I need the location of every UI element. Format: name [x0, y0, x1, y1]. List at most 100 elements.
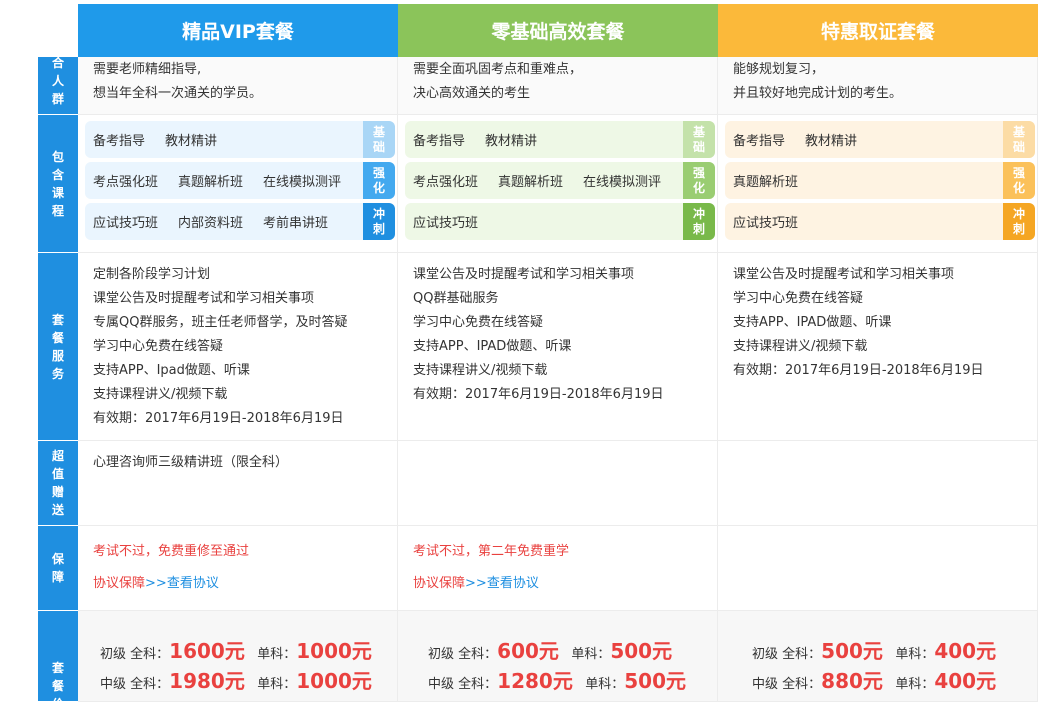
- tag-basic: 基础: [363, 121, 395, 158]
- row-label-audience: 合人群: [38, 57, 78, 115]
- guarantee-cell-vip: 考试不过，免费重修至通过 协议保障>>查看协议: [78, 526, 398, 611]
- service-line: 专属QQ群服务，班主任老师督学，及时答疑: [93, 315, 348, 330]
- row-label-services-text: 套餐服务: [51, 312, 64, 381]
- service-line: QQ群基础服务: [413, 291, 499, 306]
- price-line: 初级 全科： 500元 单科： 400元: [752, 635, 1037, 665]
- row-label-courses: 包含课程: [38, 115, 78, 253]
- course-item: 备考指导: [733, 134, 786, 149]
- row-label-guarantee-text: 保障: [51, 552, 64, 584]
- service-line: 支持课程讲义/视频下载: [733, 339, 868, 354]
- service-line: 支持APP、IPAD做题、听课: [413, 339, 572, 354]
- price-single: 500元: [610, 639, 673, 663]
- guarantee-cell-zero-basis: 考试不过，第二年免费重学 协议保障>>查看协议: [398, 526, 718, 611]
- view-agreement-link[interactable]: 查看协议: [167, 576, 219, 591]
- tag-sprint: 冲刺: [1003, 203, 1035, 240]
- header-vip: 精品VIP套餐: [78, 4, 398, 57]
- service-line: 支持课程讲义/视频下载: [413, 363, 548, 378]
- audience-line: 决心高效通关的考生: [413, 86, 531, 101]
- course-row-basic: 备考指导 教材精讲 基础: [405, 121, 715, 158]
- price-all: 1600元: [169, 639, 245, 663]
- row-label-audience-text: 合人群: [51, 57, 64, 106]
- course-row-basic: 备考指导 教材精讲 基础: [725, 121, 1035, 158]
- audience-cell-discount: 能够规划复习， 并且较好地完成计划的考生。: [718, 57, 1038, 115]
- service-line: 课堂公告及时提醒考试和学习相关事项: [413, 267, 635, 282]
- price-all: 500元: [821, 639, 883, 663]
- price-all: 1280元: [497, 669, 573, 693]
- course-row-basic: 备考指导 教材精讲 基础: [85, 121, 395, 158]
- course-item: 应试技巧班: [733, 216, 799, 231]
- course-item: 在线模拟测评: [583, 175, 662, 190]
- row-label-gifts: 超值赠送: [38, 441, 78, 526]
- price-single: 500元: [624, 669, 687, 693]
- course-item: 教材精讲: [485, 134, 538, 149]
- price-line: 初级 全科： 1600元 单科： 1000元: [100, 635, 397, 665]
- course-item: 教材精讲: [165, 134, 218, 149]
- service-line: 课堂公告及时提醒考试和学习相关事项: [733, 267, 955, 282]
- row-label-price-text: 套餐价: [51, 661, 64, 701]
- audience-line: 需要全面巩固考点和重难点，: [413, 62, 583, 77]
- gifts-cell-vip: 心理咨询师三级精讲班（限全科）: [78, 441, 398, 526]
- price-line: 中级 全科： 880元 单科： 400元: [752, 665, 1037, 695]
- guarantee-arrows: >>: [145, 576, 167, 591]
- course-row-strengthen: 考点强化班 真题解析班 在线模拟测评 强化: [405, 162, 715, 199]
- header-zero-basis: 零基础高效套餐: [398, 4, 718, 57]
- course-item: 备考指导: [413, 134, 466, 149]
- service-line: 学习中心免费在线答疑: [93, 339, 224, 354]
- header-discount: 特惠取证套餐: [718, 4, 1038, 57]
- tag-sprint: 冲刺: [683, 203, 715, 240]
- guarantee-arrows: >>: [465, 576, 487, 591]
- row-label-price: 套餐价: [38, 611, 78, 702]
- view-agreement-link[interactable]: 查看协议: [487, 576, 539, 591]
- price-cell-zero-basis: 初级 全科： 600元 单科： 500元 中级 全科： 1280元 单科： 500元: [398, 611, 718, 702]
- service-line: 定制各阶段学习计划: [93, 267, 211, 282]
- courses-cell-zero-basis: 备考指导 教材精讲 基础 考点强化班 真题解析班 在线模拟测评 强化 应试技巧班 冲刺: [398, 115, 718, 253]
- course-row-sprint: 应试技巧班 冲刺: [725, 203, 1035, 240]
- header-corner: [0, 4, 78, 57]
- course-item: 考点强化班: [93, 175, 159, 190]
- course-item: 内部资料班: [178, 216, 244, 231]
- price-cell-vip: 初级 全科： 1600元 单科： 1000元 中级 全科： 1980元 单科： 1000…: [78, 611, 398, 702]
- price-all: 880元: [821, 669, 883, 693]
- row-label-guarantee: 保障: [38, 526, 78, 611]
- header-zero-basis-title: 零基础高效套餐: [491, 21, 625, 43]
- row-label-gifts-text: 超值赠送: [51, 449, 64, 517]
- tag-strengthen: 强化: [683, 162, 715, 199]
- guarantee-link-row: 协议保障>>查看协议: [93, 568, 397, 600]
- course-item: 真题解析班: [498, 175, 564, 190]
- gifts-cell-discount: [718, 441, 1038, 526]
- course-row-sprint: 应试技巧班 冲刺: [405, 203, 715, 240]
- course-item: 考点强化班: [413, 175, 479, 190]
- price-line: 中级 全科： 1980元 单科： 1000元: [100, 665, 397, 695]
- audience-cell-vip: 需要老师精细指导, 想当年全科一次通关的学员。: [78, 57, 398, 115]
- service-line: 有效期：2017年6月19日-2018年6月19日: [413, 387, 664, 402]
- price-single: 1000元: [296, 669, 372, 693]
- service-line: 支持课程讲义/视频下载: [93, 387, 228, 402]
- service-line: 学习中心免费在线答疑: [413, 315, 544, 330]
- service-line: 有效期：2017年6月19日-2018年6月19日: [93, 411, 344, 426]
- course-row-sprint: 应试技巧班 内部资料班 考前串讲班 冲刺: [85, 203, 395, 240]
- guarantee-prefix: 协议保障: [93, 576, 146, 591]
- course-item: 在线模拟测评: [263, 175, 342, 190]
- services-cell-vip: 定制各阶段学习计划 课堂公告及时提醒考试和学习相关事项 专属QQ群服务，班主任老…: [78, 253, 398, 441]
- guarantee-prefix: 协议保障: [413, 576, 466, 591]
- audience-line: 需要老师精细指导,: [93, 62, 202, 77]
- service-line: 课堂公告及时提醒考试和学习相关事项: [93, 291, 315, 306]
- service-line: 有效期：2017年6月19日-2018年6月19日: [733, 363, 984, 378]
- tag-strengthen: 强化: [363, 162, 395, 199]
- gifts-cell-zero-basis: [398, 441, 718, 526]
- course-row-strengthen: 考点强化班 真题解析班 在线模拟测评 强化: [85, 162, 395, 199]
- course-item: 真题解析班: [733, 175, 799, 190]
- guarantee-text: 考试不过，免费重修至通过: [93, 544, 250, 559]
- guarantee-text: 考试不过，第二年免费重学: [413, 544, 570, 559]
- guarantee-link-row: 协议保障>>查看协议: [413, 568, 717, 600]
- header-vip-title: 精品VIP套餐: [182, 21, 294, 43]
- audience-cell-zero-basis: 需要全面巩固考点和重难点， 决心高效通关的考生: [398, 57, 718, 115]
- tag-sprint: 冲刺: [363, 203, 395, 240]
- price-all: 1980元: [169, 669, 245, 693]
- gift-line: 心理咨询师三级精讲班（限全科）: [93, 455, 289, 470]
- tag-basic: 基础: [1003, 121, 1035, 158]
- audience-line: 并且较好地完成计划的考生。: [733, 86, 903, 101]
- course-item: 应试技巧班: [413, 216, 479, 231]
- price-cell-discount: 初级 全科： 500元 单科： 400元 中级 全科： 880元 单科： 400元: [718, 611, 1038, 702]
- price-single: 400元: [934, 639, 997, 663]
